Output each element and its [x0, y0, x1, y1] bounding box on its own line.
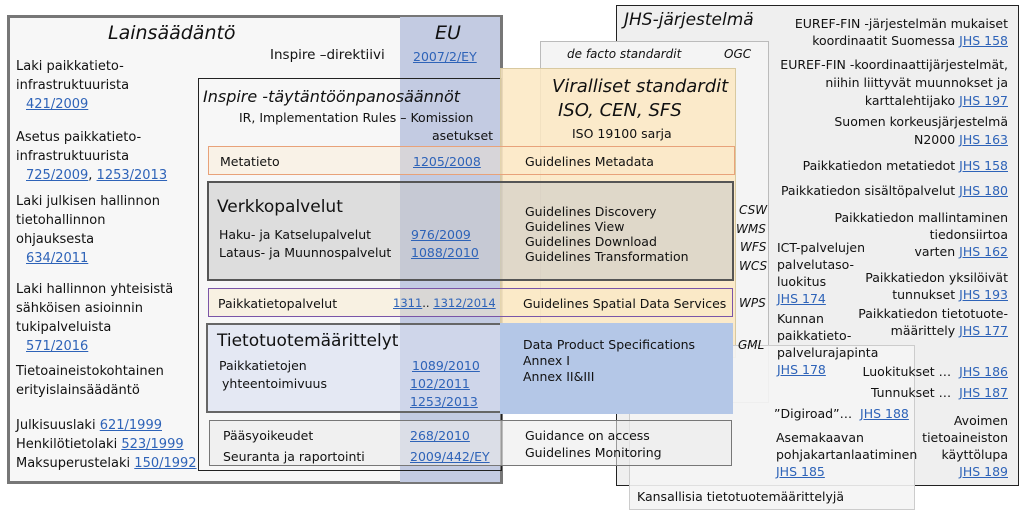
jhs-link[interactable]: JHS 189: [959, 464, 1008, 479]
standards-subtitle: ISO 19100 sarja: [572, 126, 672, 141]
law-item: Laki paikkatieto- infrastruktuurista 421…: [16, 59, 130, 112]
network-guidelines: Guidelines Discovery Guidelines View Gui…: [525, 204, 689, 264]
law-link[interactable]: 725/2009: [26, 168, 88, 183]
service-gml: GML: [738, 338, 765, 352]
spatial-guideline: Guidelines Spatial Data Services: [523, 296, 727, 311]
law-link[interactable]: 634/2011: [26, 251, 88, 266]
jhs-item: EUREF-FIN -koordinaattijärjestelmät, nii…: [780, 57, 1008, 108]
dataspec-link[interactable]: 1089/2010: [412, 358, 480, 373]
law-item: Laki hallinnon yhteisistä sähköisen asio…: [16, 282, 174, 354]
law-item: Asetus paikkatieto- infrastruktuurista 7…: [16, 130, 168, 183]
standards-title: Viralliset standardit: [552, 76, 729, 97]
access-links: 268/2010 2009/442/EY: [410, 425, 490, 467]
service-wcs: WCS: [739, 259, 768, 273]
law-item: Tietoaineistokohtainen erityislainsäädän…: [16, 364, 164, 398]
spatial-links: 1311.. 1312/2014: [393, 296, 496, 310]
jhs-item: ICT-palvelujen palvelutaso- luokitus JHS…: [777, 240, 866, 306]
acts-list: Julkisuuslaki 621/1999 Henkilötietolaki …: [16, 418, 197, 471]
defacto-title: de facto standardit: [567, 47, 682, 61]
law-item: Laki julkisen hallinnon tietohallinnon o…: [16, 194, 160, 266]
jhs-link[interactable]: JHS 193: [959, 287, 1008, 302]
inspire-title: Inspire -täytäntöönpanosäännöt: [203, 87, 461, 106]
jhs-link[interactable]: JHS 158: [959, 33, 1008, 48]
law-link[interactable]: 571/2016: [26, 339, 88, 354]
spatial-label: Paikkatietopalvelut: [218, 296, 338, 311]
act-link[interactable]: 150/1992: [134, 456, 196, 471]
service-wps: WPS: [739, 296, 766, 310]
inspire-subtitle-2: asetukset: [432, 128, 494, 143]
access-guidelines: Guidance on access Guidelines Monitoring: [525, 428, 662, 460]
jhs-item: Asemakaavan pohjakartanlaatiminen JHS 18…: [776, 430, 918, 479]
metadata-guideline: Guidelines Metadata: [525, 154, 654, 169]
eu-title: EU: [435, 22, 461, 44]
service-wfs: WFS: [740, 240, 767, 254]
jhs-link[interactable]: JHS 186: [959, 364, 1008, 379]
network-link[interactable]: 976/2009: [411, 227, 471, 242]
ogc-label: OGC: [724, 47, 752, 61]
directive-link[interactable]: 2007/2/EY: [413, 49, 477, 64]
dataspec-guidelines: Data Product Specifications Annex I Anne…: [523, 337, 696, 384]
network-links: 976/2009 1088/2010: [411, 226, 479, 262]
jhs-link[interactable]: JHS 177: [959, 323, 1008, 338]
spatial-link[interactable]: 1312/2014: [433, 296, 495, 310]
jhs-item: Suomen korkeusjärjestelmä N2000 JHS 163: [834, 114, 1008, 147]
dataspec-links: 1089/2010 102/2011 1253/2013: [410, 357, 480, 411]
jhs-link[interactable]: JHS 187: [959, 385, 1008, 400]
network-title: Verkkopalvelut: [217, 197, 343, 217]
jhs-item: Avoimen tietoaineiston käyttölupa JHS 18…: [922, 413, 1008, 479]
access-link[interactable]: 2009/442/EY: [410, 449, 490, 464]
jhs-link[interactable]: JHS 163: [959, 132, 1008, 147]
dataspec-label: Paikkatietojen yhteentoimivuus: [219, 358, 327, 391]
dataspec-link[interactable]: 1253/2013: [410, 394, 478, 409]
jhs-link[interactable]: JHS 158: [959, 158, 1008, 173]
network-row: Haku- ja Katselupalvelut Lataus- ja Muun…: [219, 227, 392, 260]
inspire-subtitle: IR, Implementation Rules – Komission: [239, 110, 474, 125]
jhs-link[interactable]: JHS 162: [959, 244, 1008, 259]
act-link[interactable]: 621/1999: [100, 418, 162, 433]
jhs-item: Paikkatiedon yksilöivät tunnukset JHS 19…: [865, 270, 1008, 302]
national-label: Kansallisia tietotuotemäärittelyjä: [637, 489, 845, 504]
service-csw: CSW: [739, 203, 768, 217]
jhs-link[interactable]: JHS 185: [776, 464, 825, 479]
law-link[interactable]: 1253/2013: [97, 168, 168, 183]
jhs-link[interactable]: JHS 197: [959, 93, 1008, 108]
law-link[interactable]: 421/2009: [26, 97, 88, 112]
directive-label: Inspire –direktiivi: [270, 47, 385, 63]
access-labels: Pääsyoikeudet Seuranta ja raportointi: [223, 428, 365, 464]
jhs-item: Luokitukset … JHS 186: [862, 364, 1008, 379]
jhs-item: Paikkatiedon tietotuote- määrittely JHS …: [858, 306, 1008, 338]
law-title: Lainsäädäntö: [108, 22, 236, 44]
service-wms: WMS: [736, 222, 766, 236]
jhs-link[interactable]: JHS 188: [860, 406, 909, 421]
dataspec-link[interactable]: 102/2011: [410, 376, 470, 391]
dataspec-title: Tietotuotemäärittelyt: [217, 331, 399, 351]
spatial-link[interactable]: 1311: [393, 296, 422, 310]
jhs-item: EUREF-FIN -järjestelmän mukaiset koordin…: [794, 16, 1008, 48]
jhs-title: JHS-järjestelmä: [624, 10, 754, 30]
jhs-link[interactable]: JHS 180: [959, 183, 1008, 198]
jhs-link[interactable]: JHS 174: [777, 291, 826, 306]
metadata-link[interactable]: 1205/2008: [413, 154, 481, 169]
jhs-item: Tunnukset … JHS 187: [870, 385, 1008, 400]
jhs-item: Paikkatiedon metatiedot JHS 158: [802, 158, 1008, 173]
act-link[interactable]: 523/1999: [121, 437, 183, 452]
jhs-item: ”Digiroad”… JHS 188: [774, 406, 909, 421]
access-link[interactable]: 268/2010: [410, 428, 470, 443]
standards-bodies: ISO, CEN, SFS: [558, 100, 682, 121]
metadata-label: Metatieto: [220, 154, 280, 169]
jhs-item: Paikkatiedon sisältöpalvelut JHS 180: [780, 183, 1008, 198]
jhs-link[interactable]: JHS 178: [777, 362, 826, 377]
network-link[interactable]: 1088/2010: [411, 245, 479, 260]
